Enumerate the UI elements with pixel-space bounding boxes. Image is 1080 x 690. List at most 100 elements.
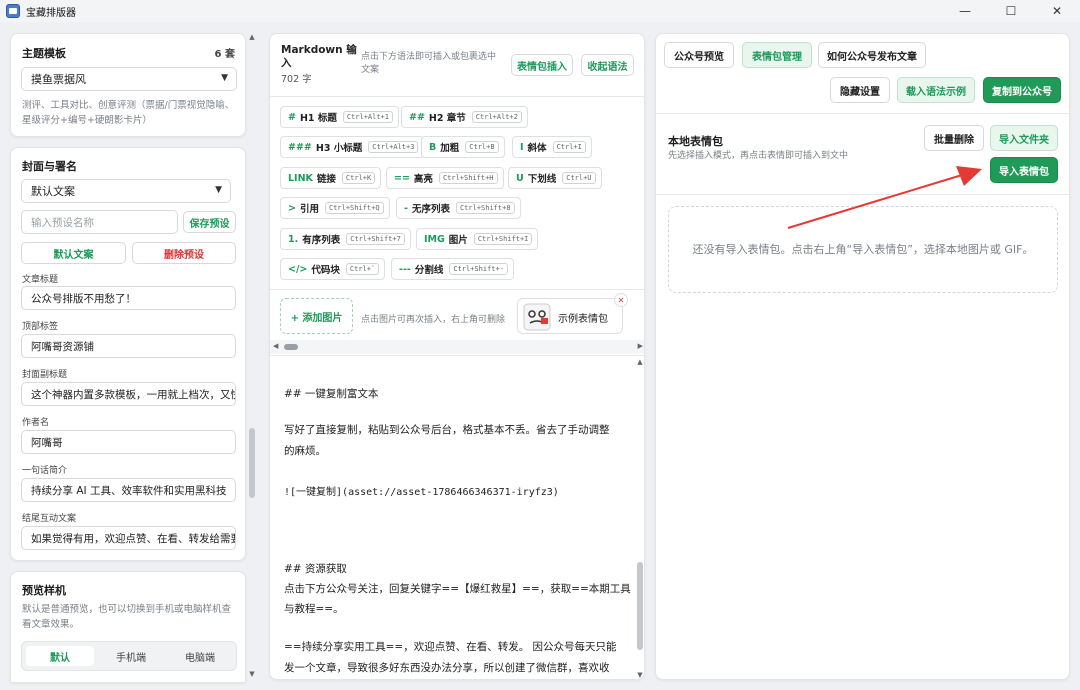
editor-scroll-thumb[interactable] — [637, 562, 643, 650]
preview-mode-desktop[interactable]: 电脑端 — [166, 646, 234, 666]
sticker-thumbnail-icon — [522, 302, 552, 332]
batch-delete-button[interactable]: 批量删除 — [924, 125, 984, 151]
delete-sticker-close-icon[interactable]: ✕ — [614, 293, 628, 307]
syntax-underline-button[interactable]: U 下划线 Ctrl+U — [508, 167, 602, 189]
syntax-code-block-button[interactable]: </> 代码块 Ctrl+` — [280, 258, 386, 280]
scroll-up-arrow-icon[interactable]: ▲ — [248, 33, 256, 41]
top-tag-input[interactable]: 阿嘴哥资源铺 — [21, 334, 236, 358]
window-title: 宝藏排版器 — [26, 7, 76, 19]
scroll-right-arrow-icon[interactable]: ▶ — [638, 342, 643, 350]
syntax-quote-button[interactable]: > 引用 Ctrl+Shift+Q — [280, 197, 390, 219]
maximize-button[interactable]: ☐ — [988, 0, 1034, 22]
syntax-symbol: B — [429, 141, 437, 153]
syntax-symbol: ### — [288, 141, 312, 153]
sticker-insert-button[interactable]: 表情包插入 — [511, 54, 573, 76]
syntax-divider-line — [270, 289, 644, 290]
preview-mode-default[interactable]: 默认 — [26, 646, 94, 666]
markdown-editor[interactable]: ## 一键复制富文本 写好了直接复制，粘贴到公众号后台，格式基本不丢。省去了手动… — [270, 356, 644, 679]
close-window-button[interactable]: ✕ — [1034, 0, 1080, 22]
syntax-hint: 点击下方语法即可插入或包裹选中文案 — [361, 52, 497, 75]
field-label-cover-subtitle: 封面副标题 — [22, 370, 68, 380]
left-scroll-thumb[interactable] — [249, 428, 255, 498]
theme-count: 6 套 — [214, 49, 235, 60]
preset-name-input[interactable]: 输入预设名称 — [21, 210, 178, 234]
shortcut-badge: Ctrl+Alt+1 — [342, 111, 393, 123]
tab-sticker-manager[interactable]: 表情包管理 — [742, 42, 812, 68]
shortcut-badge: Ctrl+Shift+- — [449, 263, 508, 275]
syntax-h2-button[interactable]: ## H2 章节 Ctrl+Alt+2 — [401, 106, 528, 128]
cover-subtitle-input[interactable]: 这个神器内置多款模板，一用就上档次，又快 — [21, 382, 236, 406]
author-input[interactable]: 阿嘴哥 — [21, 430, 236, 454]
strip-scroll-thumb[interactable] — [284, 344, 298, 350]
field-label-author: 作者名 — [22, 418, 50, 428]
save-preset-button[interactable]: 保存预设 — [183, 211, 236, 233]
editor-scrollbar[interactable]: ▲ ▼ — [636, 356, 644, 679]
delete-preset-button[interactable]: 删除预设 — [132, 242, 236, 264]
syntax-highlight-button[interactable]: == 高亮 Ctrl+Shift+H — [386, 167, 504, 189]
editor-line: ==持续分享实用工具==，欢迎点赞、在看、转发。 因公众号每天只能 — [284, 641, 617, 653]
add-image-button[interactable]: + 添加图片 — [280, 298, 353, 334]
right-header-divider — [656, 113, 1069, 114]
preview-section-title: 预览样机 — [22, 584, 66, 597]
syntax-image-button[interactable]: IMG 图片 Ctrl+Shift+I — [416, 228, 539, 250]
scroll-left-arrow-icon[interactable]: ◀ — [273, 342, 278, 350]
theme-description: 测评、工具对比、创意评测（票据/门票视觉隐喻、星级评分+编号+硬朗影卡片） — [22, 100, 235, 126]
example-sticker-label: 示例表情包 — [558, 314, 608, 325]
syntax-name: H2 章节 — [428, 113, 466, 124]
tab-how-to-publish[interactable]: 如何公众号发布文章 — [818, 42, 926, 68]
syntax-symbol: == — [394, 172, 410, 184]
theme-select[interactable]: 摸鱼票据风 ▼ — [21, 67, 237, 91]
scroll-up-arrow-icon[interactable]: ▲ — [636, 358, 644, 366]
syntax-bold-button[interactable]: B 加粗 Ctrl+B — [421, 136, 505, 158]
syntax-h1-button[interactable]: # H1 标题 Ctrl+Alt+1 — [280, 106, 399, 128]
left-scrollbar[interactable]: ▲ ▼ — [248, 33, 256, 678]
shortcut-badge: Ctrl+Shift+Q — [324, 202, 384, 214]
intro-input[interactable]: 持续分享 AI 工具、效率软件和实用黑科技 — [21, 478, 236, 502]
load-syntax-example-button[interactable]: 载入语法示例 — [897, 77, 975, 103]
editor-line: 点击下方公众号关注，回复关键字==【爆红救星】==，获取==本期工具 — [284, 583, 631, 595]
scroll-down-arrow-icon[interactable]: ▼ — [248, 670, 256, 678]
syntax-name: 高亮 — [413, 174, 433, 185]
syntax-name: H3 小标题 — [315, 143, 363, 154]
cover-section-title: 封面与署名 — [22, 160, 77, 173]
preset-select-value: 默认文案 — [31, 185, 75, 198]
preview-description: 默认是普通预览，也可以切换到手机或电脑样机查看文章效果。 — [22, 604, 232, 630]
syntax-divider-button[interactable]: --- 分割线 Ctrl+Shift+- — [391, 258, 514, 280]
word-count: 702 字 — [281, 74, 312, 85]
article-title-input[interactable]: 公众号排版不用愁了！ — [21, 286, 236, 310]
chevron-down-icon: ▼ — [215, 185, 222, 195]
syntax-name: 链接 — [316, 174, 336, 185]
ending-input[interactable]: 如果觉得有用，欢迎点赞、在看、转发给需要 — [21, 526, 236, 550]
preview-mode-phone[interactable]: 手机端 — [97, 646, 165, 666]
example-sticker-card[interactable]: 示例表情包 ✕ — [517, 293, 628, 334]
syntax-h3-button[interactable]: ### H3 小标题 Ctrl+Alt+3 — [280, 136, 425, 158]
import-sticker-button[interactable]: 导入表情包 — [990, 157, 1058, 183]
tab-wechat-preview[interactable]: 公众号预览 — [664, 42, 734, 68]
syntax-symbol: > — [288, 202, 296, 214]
collapse-syntax-button[interactable]: 收起语法 — [581, 54, 634, 76]
field-label-intro: 一句话简介 — [22, 466, 68, 476]
minimize-button[interactable]: — — [942, 0, 988, 22]
copy-to-wechat-button[interactable]: 复制到公众号 — [983, 77, 1061, 103]
sticker-strip-scrollbar[interactable]: ◀ ▶ — [270, 340, 644, 354]
shortcut-badge: Ctrl+` — [345, 263, 380, 275]
syntax-unordered-list-button[interactable]: - 无序列表 Ctrl+Shift+8 — [396, 197, 521, 219]
markdown-input-panel: Markdown 输入 702 字 点击下方语法即可插入或包裹选中文案 表情包插… — [269, 33, 645, 680]
preset-select[interactable]: 默认文案 ▼ — [21, 179, 231, 203]
hide-settings-button[interactable]: 隐藏设置 — [830, 77, 890, 103]
shortcut-badge: Ctrl+Shift+I — [473, 233, 533, 245]
syntax-name: 代码块 — [311, 265, 340, 276]
default-copy-button[interactable]: 默认文案 — [21, 242, 126, 264]
empty-state-text: 还没有导入表情包。点击右上角“导入表情包”，选择本地图片或 GIF。 — [692, 242, 1034, 256]
scroll-down-arrow-icon[interactable]: ▼ — [636, 671, 644, 679]
syntax-ordered-list-button[interactable]: 1. 有序列表 Ctrl+Shift+7 — [280, 228, 411, 250]
syntax-symbol: IMG — [424, 233, 445, 245]
syntax-italic-button[interactable]: I 斜体 Ctrl+I — [512, 136, 592, 158]
editor-line: 写好了直接复制，粘贴到公众号后台，格式基本不丢。省去了手动调整 — [284, 424, 610, 436]
syntax-link-button[interactable]: LINK 链接 Ctrl+K — [280, 167, 382, 189]
syntax-name: 无序列表 — [411, 204, 450, 215]
syntax-name: H1 标题 — [299, 113, 337, 124]
field-label-article-title: 文章标题 — [22, 275, 59, 285]
import-folder-button[interactable]: 导入文件夹 — [990, 125, 1058, 151]
window-controls: — ☐ ✕ — [942, 0, 1080, 22]
